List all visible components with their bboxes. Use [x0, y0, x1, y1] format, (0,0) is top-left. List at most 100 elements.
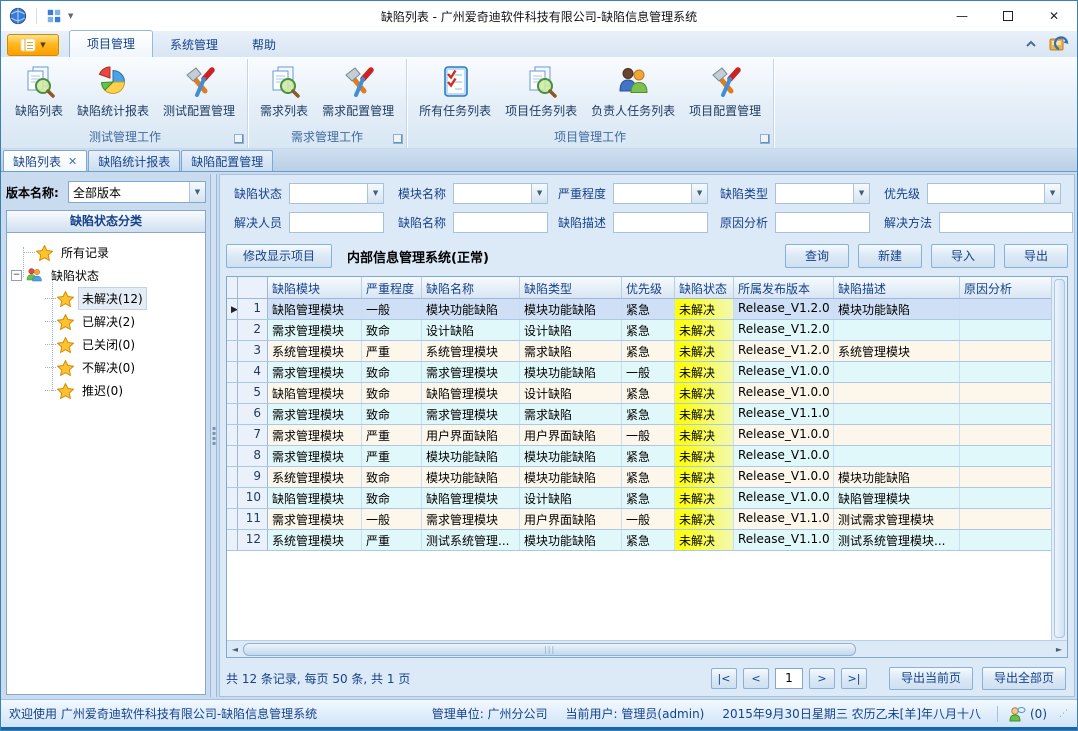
row-indicator-cell[interactable]: ▶	[227, 299, 238, 319]
vertical-scrollbar-thumb[interactable]	[1054, 279, 1065, 638]
splitter-handle[interactable]: ▪ ▪ ▪ ▪	[210, 174, 217, 697]
import-button[interactable]: 导入	[931, 244, 995, 268]
table-cell[interactable]: 致命	[362, 362, 422, 382]
table-row[interactable]: 5缺陷管理模块致命缺陷管理模块设计缺陷紧急未解决Release_V1.0.0	[227, 383, 1051, 404]
grid-header-cell[interactable]: 缺陷名称	[422, 277, 520, 298]
table-cell[interactable]	[960, 467, 1051, 487]
table-cell[interactable]: 系统管理模块	[422, 341, 520, 361]
export-button[interactable]: 导出	[1004, 244, 1068, 268]
table-cell[interactable]: Release_V1.2.0	[734, 320, 834, 340]
ribbon-button[interactable]: 所有任务列表	[412, 62, 498, 121]
document-tab-1[interactable]: 缺陷列表✕	[3, 150, 87, 171]
filter-input[interactable]	[775, 212, 870, 233]
grid-header-cell[interactable]: 所属发布版本	[734, 277, 834, 298]
table-cell[interactable]: 未解决	[675, 320, 734, 340]
row-indicator-cell[interactable]	[227, 446, 238, 466]
chevron-down-icon[interactable]: ▼	[189, 182, 205, 202]
table-cell[interactable]: 模块功能缺陷	[834, 467, 960, 487]
scroll-right-icon[interactable]: ►	[1051, 645, 1067, 654]
filter-dropdown[interactable]: ▼	[927, 183, 1061, 204]
maximize-button[interactable]	[985, 1, 1031, 31]
filter-input[interactable]	[453, 212, 548, 233]
ribbon-button[interactable]: 项目配置管理	[682, 62, 768, 121]
page-number-input[interactable]	[775, 668, 803, 689]
quick-access-dropdown-icon[interactable]: ▼	[68, 12, 73, 20]
table-cell[interactable]: 紧急	[622, 341, 675, 361]
table-cell[interactable]: 紧急	[622, 404, 675, 424]
table-cell[interactable]: 一般	[622, 425, 675, 445]
table-cell[interactable]: 严重	[362, 446, 422, 466]
table-cell[interactable]: 未解决	[675, 467, 734, 487]
table-row[interactable]: 3系统管理模块严重系统管理模块需求缺陷紧急未解决Release_V1.2.0系统…	[227, 341, 1051, 362]
table-cell[interactable]: 模块功能缺陷	[422, 467, 520, 487]
tree-item-7[interactable]: 推迟(0)	[11, 379, 203, 402]
table-cell[interactable]	[960, 383, 1051, 403]
table-cell[interactable]: 未解决	[675, 299, 734, 319]
table-cell[interactable]: 设计缺陷	[422, 320, 520, 340]
table-cell[interactable]: 缺陷管理模块	[422, 383, 520, 403]
table-cell[interactable]: 用户界面缺陷	[520, 425, 622, 445]
table-cell[interactable]: 致命	[362, 383, 422, 403]
row-indicator-cell[interactable]	[227, 362, 238, 382]
table-cell[interactable]: 模块功能缺陷	[520, 467, 622, 487]
table-cell[interactable]: 模块功能缺陷	[520, 530, 622, 550]
grid-header-cell[interactable]: 优先级	[622, 277, 675, 298]
row-indicator-cell[interactable]	[227, 509, 238, 529]
dialog-launcher-icon[interactable]	[234, 134, 244, 144]
filter-dropdown[interactable]: ▼	[289, 183, 384, 204]
table-cell[interactable]	[960, 446, 1051, 466]
ribbon-button[interactable]: 负责人任务列表	[584, 62, 682, 121]
row-indicator-cell[interactable]	[227, 530, 238, 550]
row-indicator-cell[interactable]	[227, 320, 238, 340]
minimize-button[interactable]: —	[939, 1, 985, 31]
tree-item-1[interactable]: 所有记录	[11, 241, 203, 264]
table-cell[interactable]: 需求缺陷	[520, 341, 622, 361]
row-number-cell[interactable]: 10	[238, 488, 268, 508]
application-button[interactable]: ▼	[7, 34, 59, 56]
grid-header-cell[interactable]: 缺陷模块	[268, 277, 362, 298]
table-cell[interactable]	[834, 425, 960, 445]
chevron-down-icon[interactable]: ▼	[1044, 184, 1060, 203]
dialog-launcher-icon[interactable]	[393, 134, 403, 144]
ribbon-tab-2[interactable]: 系统管理	[153, 32, 235, 57]
table-cell[interactable]: 需求管理模块	[422, 509, 520, 529]
table-cell[interactable]: 需求管理模块	[268, 404, 362, 424]
table-row[interactable]: 8需求管理模块严重模块功能缺陷模块功能缺陷紧急未解决Release_V1.0.0	[227, 446, 1051, 467]
table-cell[interactable]	[834, 362, 960, 382]
table-cell[interactable]: 缺陷管理模块	[268, 383, 362, 403]
table-row[interactable]: ▶1缺陷管理模块一般模块功能缺陷模块功能缺陷紧急未解决Release_V1.2.…	[227, 299, 1051, 320]
table-cell[interactable]	[960, 404, 1051, 424]
row-number-cell[interactable]: 9	[238, 467, 268, 487]
dialog-launcher-icon[interactable]	[760, 134, 770, 144]
table-cell[interactable]: 需求管理模块	[422, 362, 520, 382]
grid-header-cell[interactable]: 缺陷状态	[675, 277, 734, 298]
table-cell[interactable]: Release_V1.0.0	[734, 362, 834, 382]
close-tab-icon[interactable]: ✕	[68, 156, 77, 167]
table-cell[interactable]: 未解决	[675, 488, 734, 508]
row-number-cell[interactable]: 1	[238, 299, 268, 319]
table-cell[interactable]: 需求管理模块	[268, 362, 362, 382]
new-button[interactable]: 新建	[858, 244, 922, 268]
tree-item-6[interactable]: 不解决(0)	[11, 356, 203, 379]
table-cell[interactable]: 需求管理模块	[268, 509, 362, 529]
table-cell[interactable]: Release_V1.2.0	[734, 341, 834, 361]
ribbon-button[interactable]: 缺陷列表	[8, 62, 70, 121]
table-cell[interactable]: 紧急	[622, 530, 675, 550]
version-combobox[interactable]: 全部版本 ▼	[68, 181, 206, 203]
table-cell[interactable]: 一般	[622, 362, 675, 382]
table-cell[interactable]: 紧急	[622, 320, 675, 340]
table-cell[interactable]: 未解决	[675, 425, 734, 445]
table-cell[interactable]: 缺陷管理模块	[834, 488, 960, 508]
table-cell[interactable]: 致命	[362, 404, 422, 424]
chevron-up-icon[interactable]	[1023, 37, 1039, 51]
scroll-left-icon[interactable]: ◄	[227, 645, 243, 654]
table-cell[interactable]: 未解决	[675, 383, 734, 403]
table-cell[interactable]: 系统管理模块	[268, 341, 362, 361]
table-cell[interactable]: 致命	[362, 320, 422, 340]
table-cell[interactable]: 模块功能缺陷	[520, 299, 622, 319]
table-row[interactable]: 12系统管理模块严重测试系统管理...模块功能缺陷紧急未解决Release_V1…	[227, 530, 1051, 551]
table-cell[interactable]	[960, 509, 1051, 529]
table-cell[interactable]: 需求管理模块	[422, 404, 520, 424]
table-cell[interactable]: 紧急	[622, 299, 675, 319]
next-page-button[interactable]: >	[809, 668, 835, 689]
